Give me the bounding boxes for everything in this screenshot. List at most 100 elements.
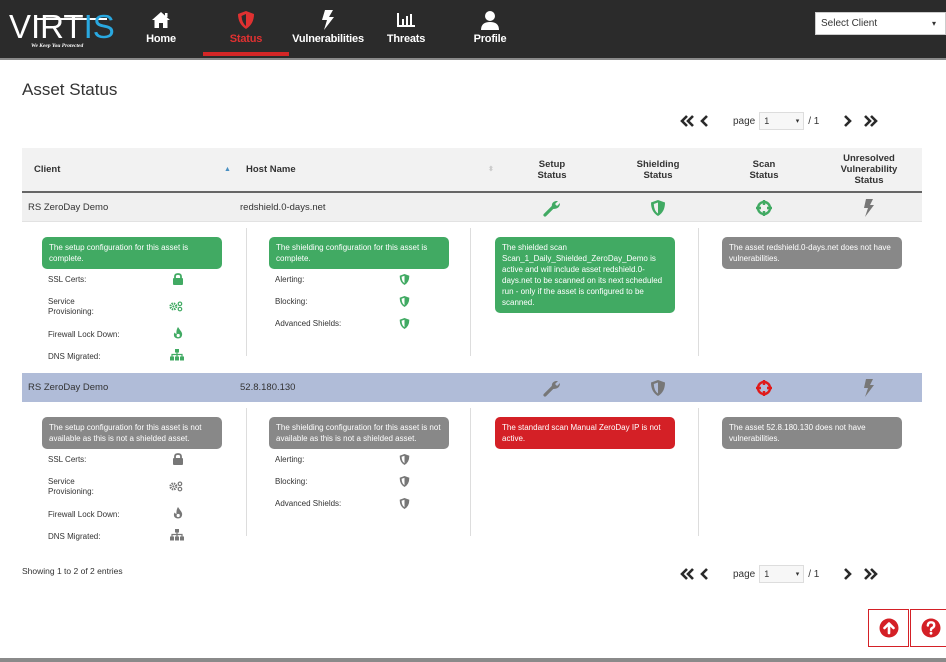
wrench-icon <box>543 380 560 397</box>
scroll-to-top-button[interactable] <box>868 609 909 647</box>
sort-both-icon[interactable]: ⬍ <box>488 165 494 173</box>
scan-message: The standard scan Manual ZeroDay IP is n… <box>495 417 675 449</box>
page-select-value: 1 <box>764 569 770 579</box>
next-page-button[interactable] <box>843 568 853 580</box>
asset-status-table: Client ▲ Host Name ⬍ Setup Status Shieldi… <box>22 148 922 553</box>
row-detail: The setup configuration for this asset i… <box>22 402 922 553</box>
chevron-down-icon: ▾ <box>795 571 800 578</box>
user-icon <box>480 10 500 30</box>
col-header-vuln-l3: Status <box>854 175 884 186</box>
next-page-button[interactable] <box>843 115 853 127</box>
bolt-icon <box>864 378 874 397</box>
arrow-circle-up-icon <box>879 618 898 638</box>
table-row[interactable]: RS ZeroDay Demo 52.8.180.130 <box>22 373 922 402</box>
last-page-button[interactable] <box>862 115 879 127</box>
table-header: Client ▲ Host Name ⬍ Setup Status Shieldi… <box>22 148 922 193</box>
nav-threats[interactable]: Threats <box>377 0 435 58</box>
shield-icon <box>651 379 665 396</box>
last-page-button[interactable] <box>862 568 879 580</box>
ssl-certs-label: SSL Certs: <box>48 275 87 284</box>
alerting-label: Alerting: <box>275 455 305 464</box>
shield-icon <box>237 10 255 30</box>
table-row[interactable]: RS ZeroDay Demo redshield.0-days.net <box>22 193 922 222</box>
sort-asc-icon[interactable]: ▲ <box>224 166 231 173</box>
blocking-label: Blocking: <box>275 297 308 306</box>
nav-profile-label: Profile <box>473 33 507 45</box>
bar-chart-icon <box>396 10 416 30</box>
col-header-client[interactable]: Client <box>34 148 60 191</box>
help-button[interactable] <box>910 609 946 647</box>
first-page-button[interactable] <box>680 568 696 580</box>
nav-status[interactable]: Status <box>203 0 289 58</box>
col-header-shield-l1: Shielding <box>636 158 680 170</box>
shield-icon <box>397 497 411 509</box>
chevron-down-icon: ▾ <box>795 118 800 125</box>
crosshairs-icon <box>756 379 772 396</box>
select-client-dropdown[interactable]: Select Client ▾ <box>815 12 946 35</box>
bottom-border <box>0 658 946 662</box>
column-divider <box>698 228 699 356</box>
prev-page-button[interactable] <box>700 568 709 580</box>
fire-icon <box>171 507 185 519</box>
setup-status-icon <box>532 373 572 402</box>
col-header-client-label: Client <box>34 164 61 175</box>
col-header-shield-l2: Status <box>643 169 673 181</box>
service-provisioning-label: Service Provisioning: <box>48 297 94 317</box>
scan-status-icon <box>744 373 784 402</box>
logo-wordmark: VIRTIS <box>9 10 115 44</box>
nav-home[interactable]: Home <box>125 0 197 58</box>
column-divider <box>698 408 699 536</box>
logo-tagline: We Keep You Protected <box>31 43 84 49</box>
double-chevron-right-icon <box>864 115 879 127</box>
cogs-icon <box>169 300 183 312</box>
chevron-down-icon: ▾ <box>931 19 936 28</box>
shield-icon <box>397 295 411 307</box>
prev-page-button[interactable] <box>700 115 709 127</box>
pager-bottom: page 1 ▾ / 1 <box>680 565 879 583</box>
col-header-scan: Scan Status <box>734 148 794 191</box>
col-header-setup-l1: Setup <box>538 158 566 170</box>
crosshairs-icon <box>756 199 772 216</box>
dns-migrated-label: DNS Migrated: <box>48 352 101 361</box>
chevron-right-icon <box>844 115 853 127</box>
fire-icon <box>171 327 185 339</box>
page-total: / 1 <box>808 568 820 580</box>
select-client-value: Select Client <box>821 18 878 29</box>
virtis-logo[interactable]: VIRTIS We Keep You Protected <box>9 10 115 52</box>
column-divider <box>470 408 471 536</box>
row-client: RS ZeroDay Demo <box>28 382 109 393</box>
nav-profile[interactable]: Profile <box>461 0 519 58</box>
double-chevron-left-icon <box>680 115 694 127</box>
shielding-message: The shielding configuration for this ass… <box>269 237 449 269</box>
nav-threats-label: Threats <box>386 33 426 45</box>
ssl-certs-label: SSL Certs: <box>48 455 87 464</box>
col-header-host[interactable]: Host Name <box>246 148 296 191</box>
chevron-right-icon <box>844 568 853 580</box>
alerting-label: Alerting: <box>275 275 305 284</box>
double-chevron-left-icon <box>680 568 694 580</box>
scan-message: The shielded scan Scan_1_Daily_Shielded_… <box>495 237 675 313</box>
page-select[interactable]: 1 ▾ <box>759 565 805 583</box>
page-select[interactable]: 1 ▾ <box>759 112 805 130</box>
pager-top: page 1 ▾ / 1 <box>680 112 879 130</box>
sitemap-icon <box>170 349 184 361</box>
firewall-lockdown-label: Firewall Lock Down: <box>48 510 120 519</box>
firewall-lockdown-label: Firewall Lock Down: <box>48 330 120 339</box>
vuln-status-icon <box>849 193 889 222</box>
row-host: redshield.0-days.net <box>240 202 326 213</box>
svc-l1: Service <box>48 297 75 306</box>
first-page-button[interactable] <box>680 115 696 127</box>
nav-vulnerabilities[interactable]: Vulnerabilities <box>287 0 369 58</box>
cogs-icon <box>169 480 183 492</box>
col-header-setup-l2: Status <box>537 169 567 181</box>
wrench-icon <box>543 200 560 217</box>
shield-icon <box>397 273 411 285</box>
svc-l2: Provisioning: <box>48 487 94 496</box>
row-client: RS ZeroDay Demo <box>28 202 109 213</box>
vulnerability-message: The asset 52.8.180.130 does not have vul… <box>722 417 902 449</box>
row-detail: The setup configuration for this asset i… <box>22 222 922 373</box>
page-label: page <box>733 568 756 580</box>
sitemap-icon <box>170 529 184 541</box>
row-host: 52.8.180.130 <box>240 382 296 393</box>
question-circle-icon <box>921 618 940 638</box>
